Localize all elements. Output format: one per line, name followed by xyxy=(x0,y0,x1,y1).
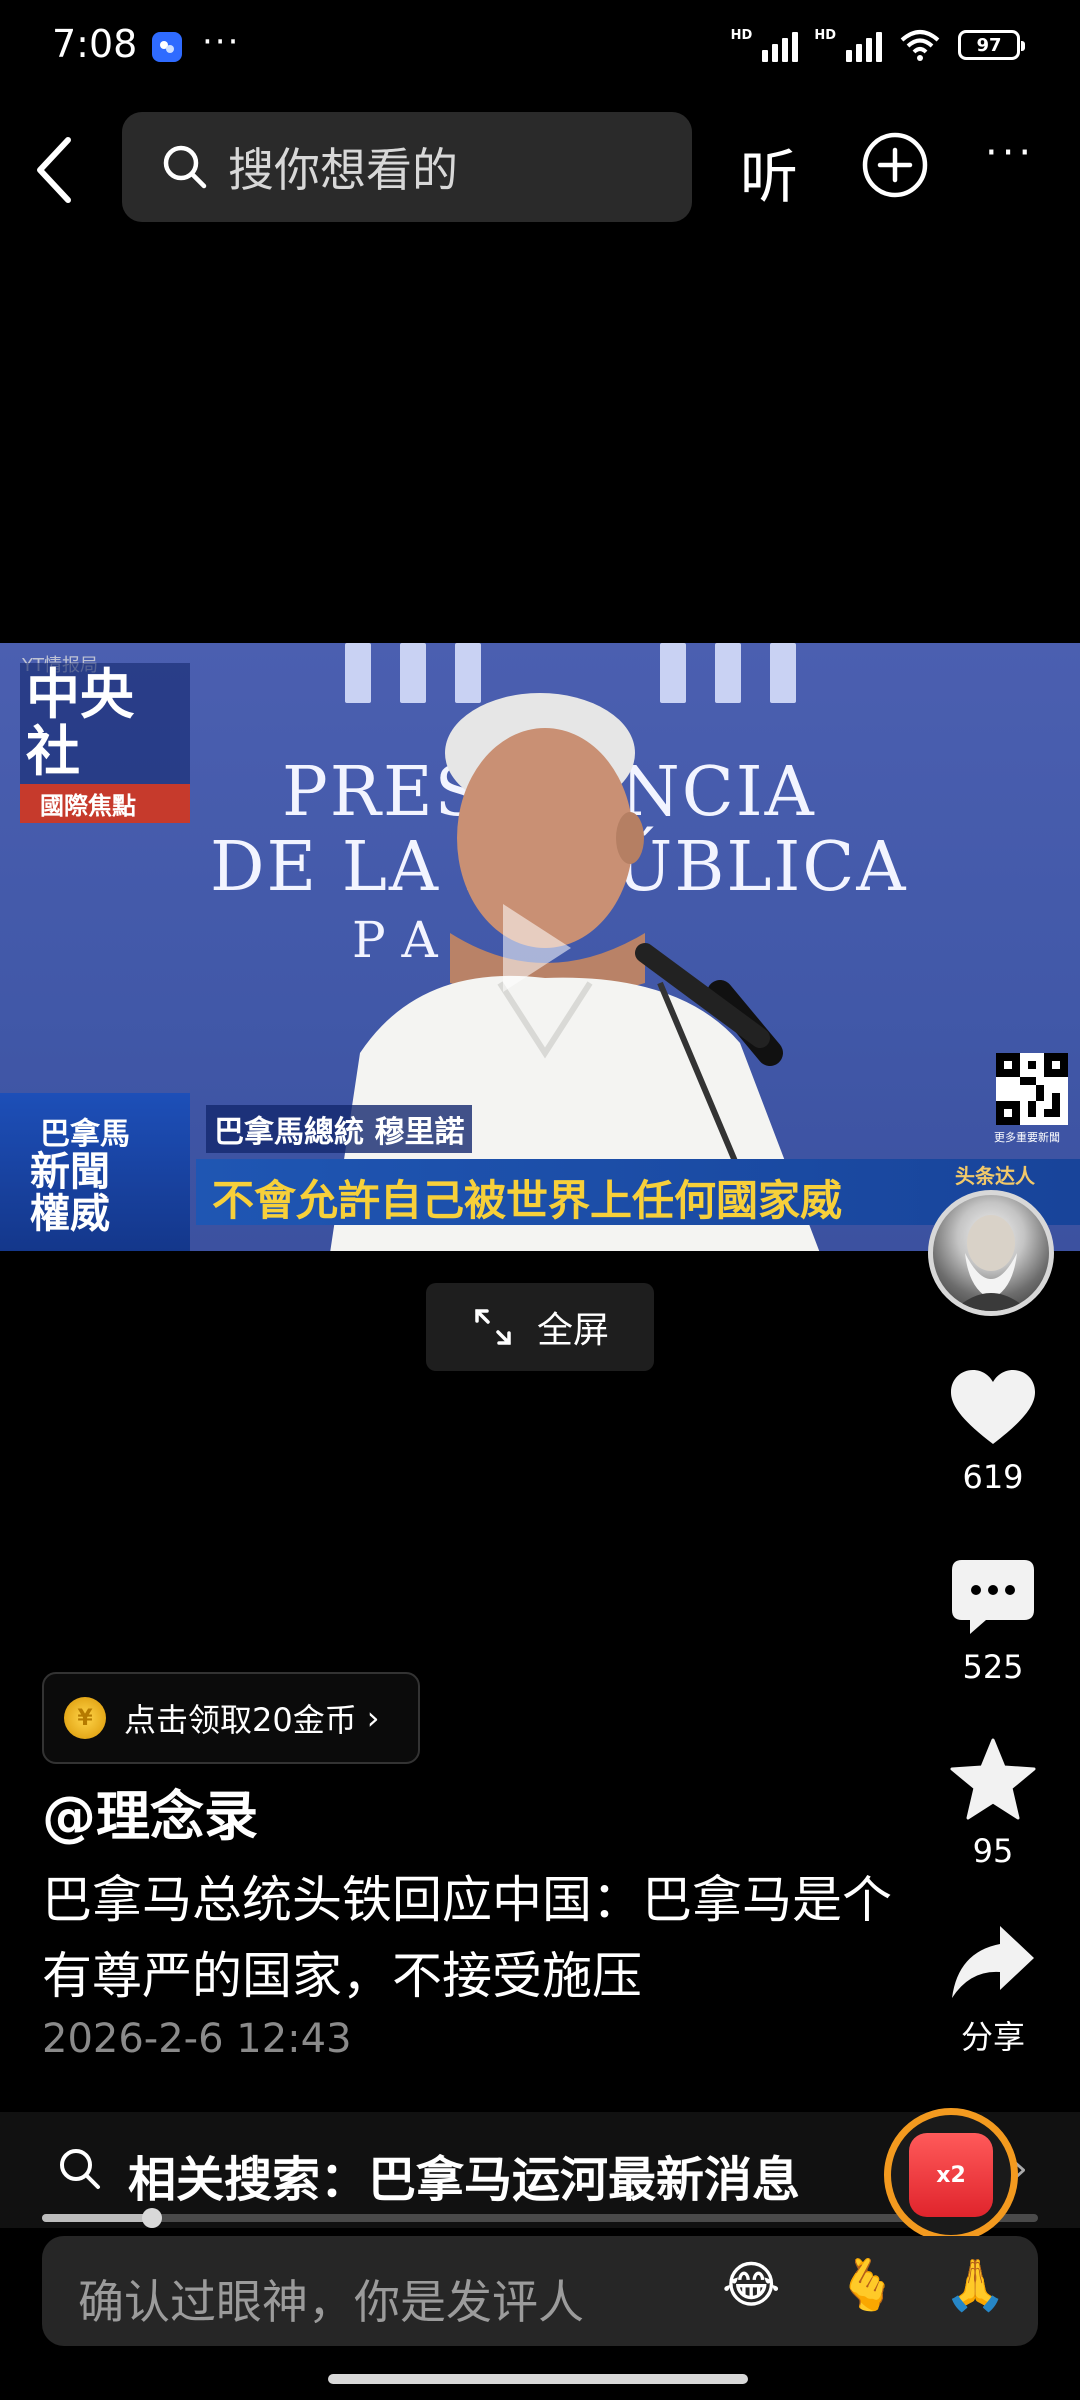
heart-icon xyxy=(951,1370,1035,1444)
subtitle-text: 不會允許自己被世界上任何國家威 xyxy=(212,1176,843,1225)
battery-indicator: 97 xyxy=(958,30,1025,60)
status-indicators: HD HD 97 xyxy=(730,28,1025,62)
comment-button[interactable]: 525 xyxy=(923,1560,1063,1686)
lower-third: 巴拿馬 新聞 權威 巴拿馬總統 穆里諾 不會允許自己被世界上任何國家威 xyxy=(0,1093,1080,1251)
progress-bar[interactable] xyxy=(42,2214,1038,2222)
plus-circle-icon xyxy=(862,132,928,198)
comment-count: 525 xyxy=(962,1648,1024,1686)
fullscreen-label: 全屏 xyxy=(536,1310,609,1351)
star-icon xyxy=(950,1738,1036,1820)
search-icon xyxy=(60,2149,100,2189)
share-arrow-icon xyxy=(952,1926,1034,1998)
more-options-button[interactable]: ··· xyxy=(985,130,1035,176)
video-description: 巴拿马总统头铁回应中国：巴拿马是个有尊严的国家，不接受施压 xyxy=(42,1871,892,2005)
related-search-text[interactable]: 相关搜索：巴拿马运河最新消息 xyxy=(128,2140,800,2210)
play-button[interactable] xyxy=(497,898,577,1002)
coin-prompt: 点击领取20金币 xyxy=(124,1701,357,1739)
signal-icon xyxy=(846,28,882,62)
comment-placeholder: 确认过眼神，你是发评人 xyxy=(78,2275,584,2329)
author-avatar[interactable] xyxy=(928,1190,1054,1316)
signal-icon xyxy=(762,28,799,62)
progress-fill xyxy=(42,2214,152,2222)
listen-button[interactable]: 听 xyxy=(740,130,798,214)
red-packet-icon: x2 xyxy=(909,2133,993,2217)
author-badge: 头条达人 xyxy=(955,1164,1035,1188)
like-button[interactable]: 619 xyxy=(923,1370,1063,1496)
hd-label: HD xyxy=(814,28,836,43)
coin-reward-button[interactable]: ¥ 点击领取20金币 › xyxy=(42,1672,420,1764)
status-more-dots: ··· xyxy=(202,22,241,62)
avatar-image xyxy=(953,1215,1029,1311)
news-badge: 巴拿馬 新聞 權威 xyxy=(0,1093,190,1251)
cna-logo: 中央社 國際焦點 xyxy=(20,663,190,824)
app-notification-icon xyxy=(152,32,182,62)
badge-line: 新聞 xyxy=(30,1148,110,1195)
search-icon xyxy=(163,145,207,189)
logo-main: 中央社 xyxy=(20,663,190,785)
logo-sub: 國際焦點 xyxy=(20,784,190,824)
back-arrow-icon xyxy=(37,137,71,203)
badge-title: 新聞 權威 xyxy=(30,1151,110,1235)
favorite-count: 95 xyxy=(972,1832,1014,1870)
progress-handle[interactable] xyxy=(141,2208,162,2228)
red-packet-multiplier: x2 xyxy=(936,2162,966,2188)
publish-date: 2026-2-6 12:43 xyxy=(42,2016,352,2062)
fullscreen-button[interactable]: 全屏 xyxy=(426,1283,654,1371)
home-indicator[interactable] xyxy=(328,2374,748,2384)
hd-label: HD xyxy=(730,28,753,43)
search-input[interactable]: 搜你想看的 xyxy=(122,112,692,222)
back-button[interactable] xyxy=(26,130,86,210)
red-packet-button[interactable]: x2 xyxy=(884,2108,1018,2242)
play-icon xyxy=(503,904,571,992)
expand-icon xyxy=(475,1309,511,1345)
wifi-icon xyxy=(900,30,940,61)
badge-country: 巴拿馬 xyxy=(40,1117,130,1152)
speaker-name: 巴拿馬總統 穆里諾 xyxy=(206,1105,473,1153)
favorite-button[interactable]: 95 xyxy=(923,1738,1063,1870)
comment-icon xyxy=(952,1560,1034,1634)
share-label: 分享 xyxy=(960,2018,1025,2056)
author-name[interactable]: @理念录 xyxy=(42,1772,258,1851)
video-player[interactable]: PRESIDENCIA DE LA REPÚBLICA P A YT情报局 中央… xyxy=(0,643,1080,1251)
finger-heart-emoji-button[interactable]: 🫰 xyxy=(836,2256,898,2315)
chevron-right-icon: › xyxy=(366,1699,380,1737)
badge-line: 權威 xyxy=(30,1190,110,1237)
pray-emoji-button[interactable]: 🙏 xyxy=(944,2256,1006,2315)
search-placeholder: 搜你想看的 xyxy=(228,143,458,197)
coin-icon: ¥ xyxy=(64,1697,106,1739)
status-time: 7:08 xyxy=(52,22,138,66)
laugh-emoji-button[interactable]: 😂 xyxy=(722,2256,780,2314)
add-button[interactable] xyxy=(860,130,930,200)
like-count: 619 xyxy=(962,1458,1024,1496)
share-button[interactable]: 分享 xyxy=(923,1924,1063,2058)
